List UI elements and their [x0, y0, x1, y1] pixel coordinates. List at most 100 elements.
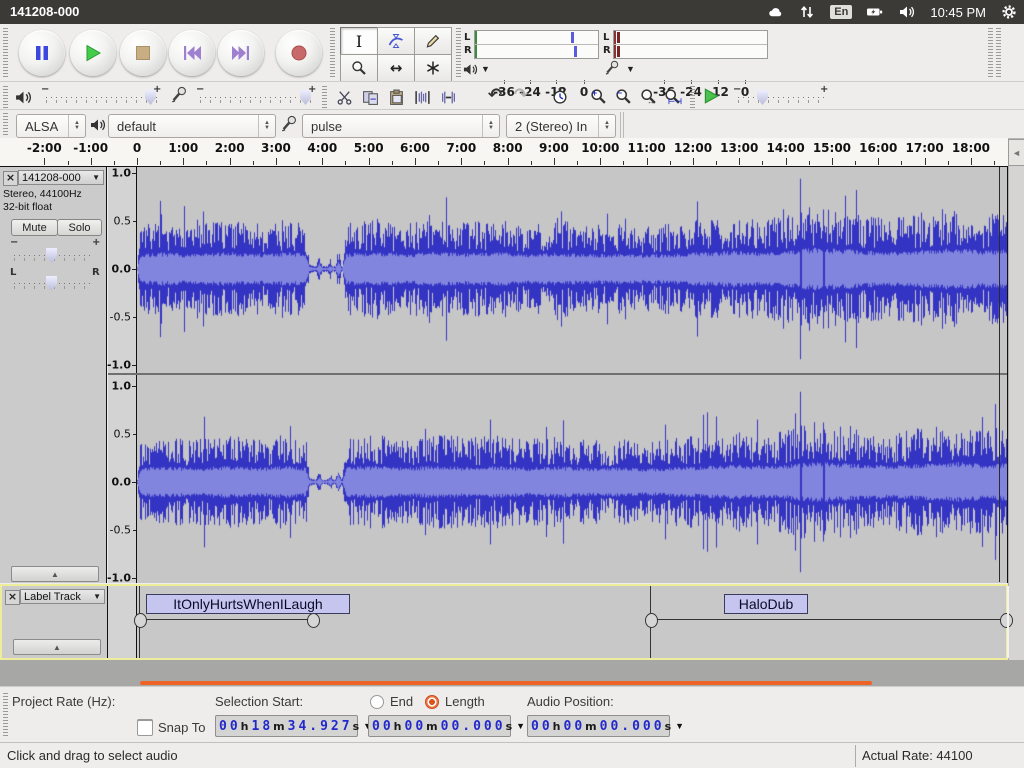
input-device-combo[interactable]: pulse▲▼ [302, 114, 500, 138]
horizontal-scrollbar-thumb[interactable] [140, 681, 872, 685]
label-text-box[interactable]: HaloDub [724, 594, 808, 614]
clock[interactable]: 10:45 PM [930, 5, 986, 20]
toolbar-grip[interactable] [3, 28, 8, 78]
ruler-tick-label: 16:00 [859, 141, 897, 155]
zoom-out-button[interactable]: − [613, 86, 633, 106]
label-start-handle[interactable] [134, 613, 147, 628]
label-track-collapse-button[interactable]: ▲ [13, 639, 101, 655]
record-button[interactable] [276, 30, 322, 76]
ruler-major-tick [647, 158, 648, 165]
cloud-indicator-icon[interactable] [766, 4, 784, 20]
pause-button[interactable] [19, 30, 65, 76]
paste-button[interactable] [386, 88, 406, 106]
output-volume-slider[interactable] [46, 97, 160, 98]
project-rate-label: Project Rate (Hz): [12, 694, 115, 709]
network-arrows-icon[interactable] [798, 4, 816, 20]
timer-record-icon[interactable] [550, 86, 570, 106]
toolbar-grip[interactable] [996, 28, 1001, 78]
audio-position-field[interactable]: 00h 00m 00.000s ▼ [527, 715, 670, 737]
radio-end[interactable] [370, 695, 384, 709]
toolbar-grip[interactable] [3, 86, 8, 108]
toolbar-grip[interactable] [322, 86, 327, 108]
label-end-handle[interactable] [307, 613, 320, 628]
selection-tool-button[interactable]: I [340, 27, 378, 55]
label-track-close-button[interactable]: × [5, 590, 20, 605]
label-start-handle[interactable] [645, 613, 658, 628]
toolbar-grip[interactable] [690, 86, 695, 108]
mute-button[interactable]: Mute [11, 219, 58, 236]
meter-channel-label: L [603, 32, 609, 43]
silence-audio-button[interactable] [438, 88, 458, 106]
label-text-box[interactable]: ItOnlyHurtsWhenILaugh [146, 594, 350, 614]
play-button[interactable] [70, 30, 116, 76]
redo-button[interactable]: ↷ [510, 84, 532, 106]
label-track-panel[interactable]: × Label Track▼ ▲ [2, 586, 108, 658]
playback-meter[interactable] [474, 30, 599, 59]
fit-project-button[interactable]: ⊢⊣ [662, 86, 682, 106]
input-channels-combo[interactable]: 2 (Stereo) In▲▼ [506, 114, 616, 138]
recording-peak-left [617, 32, 620, 43]
ruler-major-tick [322, 158, 323, 165]
play-at-speed-button[interactable] [700, 86, 722, 106]
recording-meter[interactable] [613, 30, 768, 59]
ruler-major-tick [183, 158, 184, 165]
skip-to-end-button[interactable] [218, 30, 264, 76]
output-device-combo[interactable]: default▲▼ [108, 114, 276, 138]
zoom-in-button[interactable]: + [588, 86, 608, 106]
radio-length[interactable] [425, 695, 439, 709]
solo-button[interactable]: Solo [57, 219, 102, 236]
ruler-major-tick [369, 158, 370, 165]
play-speed-slider[interactable] [738, 97, 826, 98]
skip-to-start-button[interactable] [169, 30, 215, 76]
toolbar-grip[interactable] [330, 28, 335, 78]
track-collapse-button[interactable]: ▲ [11, 566, 99, 582]
ruler-pin-button[interactable]: ◄ [1008, 139, 1024, 166]
label-track[interactable]: × Label Track▼ ▲ ItOnlyHurtsWhenILaugh Ha… [0, 584, 1008, 660]
label-area[interactable]: ItOnlyHurtsWhenILaugh HaloDub [137, 586, 1007, 658]
draw-tool-button[interactable] [414, 27, 452, 55]
undo-button[interactable]: ↶ [484, 84, 506, 106]
fit-selection-button[interactable]: ↔ [638, 86, 658, 106]
toolbar-grip[interactable] [988, 28, 993, 78]
ruler-minor-tick [577, 161, 578, 165]
audio-host-combo[interactable]: ALSA▲▼ [16, 114, 86, 138]
selection-start-field[interactable]: 00h 18m 34.927s ▼ [215, 715, 358, 737]
multi-tool-button[interactable] [414, 54, 452, 82]
battery-icon[interactable] [866, 4, 884, 20]
radio-length-label[interactable]: Length [445, 694, 485, 709]
toolbar-grip[interactable] [3, 693, 8, 737]
selection-length-field[interactable]: 00h 00m 00.000s ▼ [368, 715, 511, 737]
toolbar-grip[interactable] [456, 28, 461, 78]
track-close-button[interactable]: × [3, 171, 18, 186]
waveform-canvas[interactable] [137, 168, 1007, 584]
timeline-ruler[interactable]: -2:00-1:0001:002:003:004:005:006:007:008… [0, 138, 1008, 167]
cut-button[interactable] [334, 88, 354, 106]
ruler-major-tick [461, 158, 462, 165]
meter-channel-label: R [603, 45, 611, 56]
ruler-tick-label: 0 [133, 141, 141, 155]
keyboard-layout-indicator[interactable]: En [830, 5, 852, 19]
track-title-menu[interactable]: 141208-000▼ [18, 170, 104, 185]
gear-menu-icon[interactable] [1000, 4, 1018, 20]
ruler-minor-tick [809, 161, 810, 165]
copy-button[interactable] [360, 88, 380, 106]
vertical-scrollbar[interactable] [1008, 166, 1024, 686]
trim-audio-button[interactable] [412, 88, 432, 106]
track-control-panel[interactable]: × 141208-000▼ Stereo, 44100Hz 32-bit flo… [0, 166, 107, 583]
vertical-scale-tick [132, 365, 136, 366]
label-track-title-menu[interactable]: Label Track▼ [20, 589, 105, 604]
snap-to-checkbox[interactable] [137, 720, 153, 736]
ruler-tick-label: 3:00 [261, 141, 291, 155]
input-volume-slider[interactable] [200, 97, 314, 98]
recording-meter-dropdown[interactable]: ▼ [626, 64, 635, 74]
volume-icon[interactable] [898, 4, 916, 20]
playback-meter-dropdown[interactable]: ▼ [481, 64, 490, 74]
stop-button[interactable] [120, 30, 166, 76]
toolbar-grip[interactable] [3, 113, 8, 135]
vertical-scale-label: -1.0 [107, 572, 131, 585]
envelope-tool-button[interactable] [377, 27, 415, 55]
zoom-tool-button[interactable] [340, 54, 378, 82]
vertical-scale-label: 0.0 [112, 476, 132, 489]
radio-end-label[interactable]: End [390, 694, 413, 709]
timeshift-tool-button[interactable]: ↔ [377, 54, 415, 82]
